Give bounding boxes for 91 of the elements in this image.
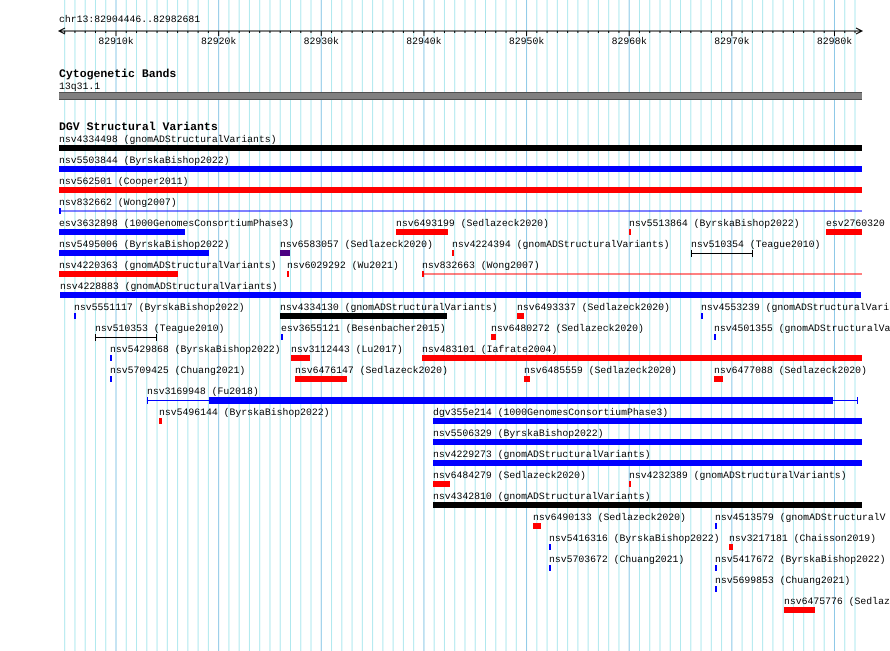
feature-label[interactable]: nsv4224394 (gnomADStructuralVariants) [452, 239, 670, 250]
feature-label[interactable]: nsv5703672 (Chuang2021) [549, 554, 684, 565]
feature-bar[interactable] [159, 418, 162, 424]
feature-label[interactable]: nsv6583057 (Sedlazeck2020) [280, 239, 433, 250]
feature-bar[interactable] [433, 502, 862, 508]
feature-bar[interactable] [533, 523, 541, 529]
feature-label[interactable]: nsv4229273 (gnomADStructuralVariants) [433, 449, 651, 460]
feature-label[interactable]: nsv5429868 (ByrskaBishop2022) [110, 344, 280, 355]
tick-label: 82910k [98, 36, 134, 48]
feature-bar[interactable] [396, 229, 448, 235]
feature-line[interactable] [422, 271, 862, 277]
feature-label[interactable]: dgv355e214 (1000GenomesConsortiumPhase3) [433, 407, 668, 418]
feature-label[interactable]: nsv6484279 (Sedlazeck2020) [433, 470, 586, 481]
feature-bar[interactable] [433, 460, 862, 466]
feature-label[interactable]: nsv5551117 (ByrskaBishop2022) [74, 302, 244, 313]
feature-label[interactable]: nsv3112443 (Lu2017) [291, 344, 403, 355]
feature-bar[interactable] [280, 250, 290, 256]
feature-label[interactable]: nsv6490133 (Sedlazeck2020) [533, 512, 686, 523]
tick-label: 82940k [406, 36, 442, 48]
feature-label[interactable]: nsv5503844 (ByrskaBishop2022) [59, 155, 230, 166]
feature-label[interactable]: nsv6480272 (Sedlazeck2020) [491, 323, 644, 334]
tick-label: 82930k [304, 36, 339, 48]
feature-label[interactable]: nsv510353 (Teague2010) [95, 323, 224, 334]
tick-label: 82960k [612, 36, 647, 48]
feature-bar[interactable] [59, 187, 862, 193]
feature-label[interactable]: nsv5416316 (ByrskaBishop2022) [549, 533, 720, 544]
feature-label[interactable]: nsv6029292 (Wu2021) [287, 260, 399, 271]
track-title: DGV Structural Variants [59, 121, 218, 134]
feature-label[interactable]: nsv3169948 (Fu2018) [147, 386, 259, 397]
tick-label: 82970k [714, 36, 750, 48]
feature-label[interactable]: esv3655121 (Besenbacher2015) [281, 323, 446, 334]
feature-label[interactable]: nsv510354 (Teague2010) [691, 239, 820, 250]
feature-span[interactable] [95, 334, 157, 341]
feature-label[interactable]: nsv6476147 (Sedlazeck2020) [295, 365, 448, 376]
feature-label[interactable]: nsv6477088 (Sedlazeck2020) [714, 365, 867, 376]
feature-bar[interactable] [295, 376, 347, 382]
feature-label[interactable]: nsv4232389 (gnomADStructuralVariants) [629, 470, 847, 481]
feature-label[interactable]: nsv4342810 (gnomADStructuralVariants) [433, 491, 651, 502]
tick-label: 82920k [201, 36, 236, 48]
feature-span[interactable] [691, 250, 753, 257]
feature-label[interactable]: nsv4220363 (gnomADStructuralVariants) [59, 260, 277, 271]
tick-label: 82980k [816, 36, 852, 48]
feature-label[interactable]: esv2760320 [826, 218, 885, 229]
feature-label[interactable]: nsv4228883 (gnomADStructuralVariants) [60, 281, 278, 292]
feature-label[interactable]: nsv4334130 (gnomADStructuralVariants) [280, 302, 498, 313]
feature-label[interactable]: nsv5506329 (ByrskaBishop2022) [433, 428, 604, 439]
feature-label[interactable]: nsv5699853 (Chuang2021) [715, 575, 850, 586]
feature-bar[interactable] [59, 166, 862, 172]
tick-label: 82950k [508, 36, 544, 48]
feature-bar[interactable] [59, 271, 178, 277]
feature-bar[interactable] [729, 544, 733, 550]
feature-bar[interactable] [291, 355, 310, 361]
feature-label[interactable]: nsv832662 (Wong2007) [59, 197, 177, 208]
feature-label[interactable]: nsv4513579 (gnomADStructuralV [715, 512, 886, 523]
feature-bar[interactable] [59, 145, 862, 151]
feature-bar[interactable] [491, 334, 496, 340]
feature-bar[interactable] [826, 229, 862, 235]
feature-label[interactable]: nsv3217181 (Chaisson2019) [729, 533, 876, 544]
feature-label[interactable]: nsv5417672 (ByrskaBishop2022) [715, 554, 886, 565]
feature-bar[interactable] [433, 439, 862, 445]
feature-bar[interactable] [433, 418, 862, 424]
feature-span[interactable] [147, 397, 858, 404]
feature-bar[interactable] [59, 229, 185, 235]
feature-label[interactable]: nsv6493337 (Sedlazeck2020) [517, 302, 670, 313]
feature-label[interactable]: nsv5709425 (Chuang2021) [110, 365, 246, 376]
feature-bar[interactable] [714, 376, 723, 382]
feature-line[interactable] [59, 208, 862, 214]
track-title: Cytogenetic Bands [59, 68, 176, 81]
feature-label[interactable]: nsv5496144 (ByrskaBishop2022) [159, 407, 330, 418]
feature-bar[interactable] [517, 313, 524, 319]
feature-label[interactable]: nsv5513864 (ByrskaBishop2022) [629, 218, 800, 229]
feature-label[interactable]: nsv6485559 (Sedlazeck2020) [524, 365, 677, 376]
feature-label[interactable]: nsv6493199 (Sedlazeck2020) [396, 218, 549, 229]
locus-label: chr13:82904446..82982681 [59, 14, 200, 26]
feature-label[interactable]: nsv5495006 (ByrskaBishop2022) [59, 239, 230, 250]
feature-bar[interactable] [433, 481, 450, 487]
feature-label[interactable]: nsv832663 (Wong2007) [422, 260, 540, 271]
feature-bar[interactable] [280, 313, 447, 319]
feature-label[interactable]: nsv4553239 (gnomADStructuralVari [701, 302, 890, 313]
band-label: 13q31.1 [59, 81, 100, 92]
feature-bar[interactable] [59, 250, 209, 256]
feature-bar[interactable] [60, 292, 861, 298]
feature-bar[interactable] [422, 355, 862, 361]
feature-label[interactable]: nsv562501 (Cooper2011) [59, 176, 188, 187]
feature-label[interactable]: esv3632898 (1000GenomesConsortiumPhase3) [59, 218, 294, 229]
feature-bar[interactable] [524, 376, 530, 382]
feature-bar[interactable] [784, 607, 815, 613]
feature-label[interactable]: nsv4334498 (gnomADStructuralVariants) [59, 134, 277, 145]
feature-label[interactable]: nsv4501355 (gnomADStructuralVa [714, 323, 890, 334]
feature-label[interactable]: nsv6475776 (Sedlaz [784, 596, 890, 607]
feature-label[interactable]: nsv483101 (Iafrate2004) [422, 344, 558, 355]
